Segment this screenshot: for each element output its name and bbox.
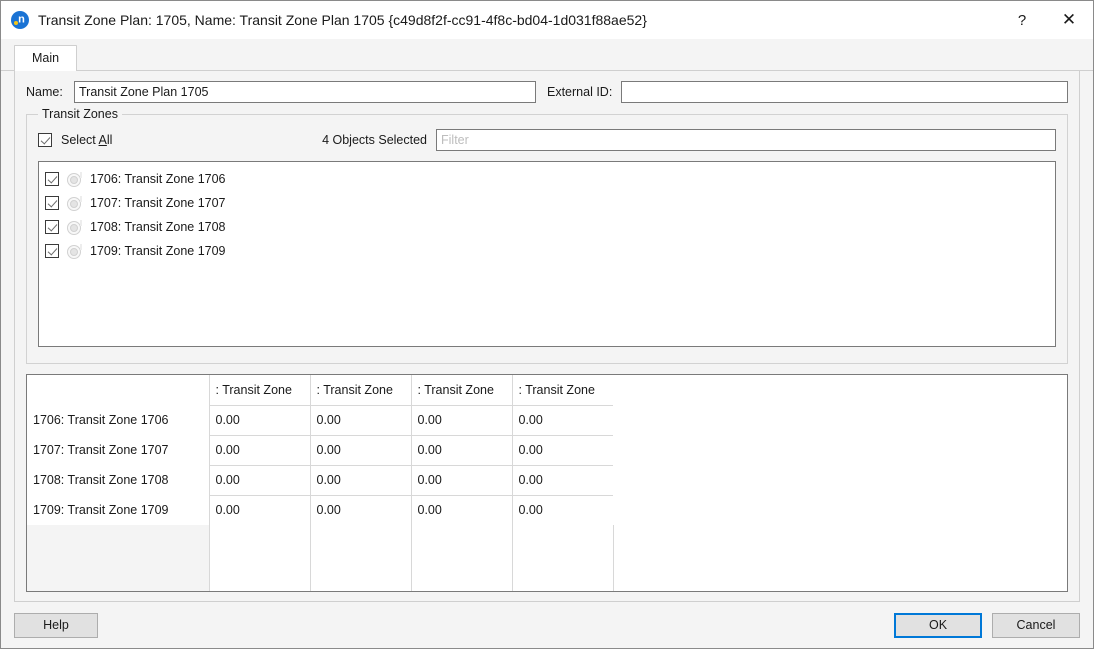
transit-zones-groupbox: Transit Zones Select All 4 Objects Selec… [26, 114, 1068, 364]
matrix-column-header[interactable]: : Transit Zone [512, 375, 613, 405]
window-controls: ? ✕ [999, 1, 1093, 39]
list-item-checkbox[interactable] [45, 244, 59, 258]
cancel-button[interactable]: Cancel [992, 613, 1080, 638]
external-id-label: External ID: [547, 85, 612, 99]
matrix-cell[interactable]: 0.00 [310, 435, 411, 465]
transit-zones-controls-row: Select All 4 Objects Selected [38, 129, 1056, 151]
matrix-cell[interactable]: 0.00 [512, 465, 613, 495]
list-item-label: 1708: Transit Zone 1708 [90, 220, 226, 234]
list-item-checkbox[interactable] [45, 220, 59, 234]
filter-input[interactable] [436, 129, 1056, 151]
select-all-label: Select All [61, 133, 112, 147]
matrix-cell[interactable]: 0.00 [512, 405, 613, 435]
transit-zone-icon [67, 244, 81, 258]
objects-selected-count: 4 Objects Selected [322, 133, 427, 147]
list-item[interactable]: 1707: Transit Zone 1707 [45, 191, 1051, 215]
main-tab-panel: Name: External ID: Transit Zones Select … [14, 71, 1080, 602]
external-id-input[interactable] [621, 81, 1068, 103]
matrix-row: 1707: Transit Zone 1707 0.00 0.00 0.00 0… [27, 435, 613, 465]
matrix-cell[interactable]: 0.00 [310, 465, 411, 495]
matrix-row: 1708: Transit Zone 1708 0.00 0.00 0.00 0… [27, 465, 613, 495]
matrix-cell[interactable]: 0.00 [209, 465, 310, 495]
matrix-header-row: : Transit Zone : Transit Zone : Transit … [27, 375, 613, 405]
select-all-label-suffix: ll [107, 133, 113, 147]
matrix-column-header[interactable]: : Transit Zone [209, 375, 310, 405]
list-item-label: 1706: Transit Zone 1706 [90, 172, 226, 186]
window-title: Transit Zone Plan: 1705, Name: Transit Z… [38, 12, 647, 28]
matrix-cell[interactable]: 0.00 [310, 495, 411, 525]
transit-zone-icon [67, 196, 81, 210]
list-item-label: 1707: Transit Zone 1707 [90, 196, 226, 210]
list-item[interactable]: 1709: Transit Zone 1709 [45, 239, 1051, 263]
matrix-row: 1706: Transit Zone 1706 0.00 0.00 0.00 0… [27, 405, 613, 435]
matrix-cell[interactable]: 0.00 [411, 405, 512, 435]
tab-main[interactable]: Main [14, 45, 77, 71]
matrix-cell[interactable]: 0.00 [209, 435, 310, 465]
matrix-col-separator [613, 525, 614, 591]
list-item[interactable]: 1706: Transit Zone 1706 [45, 167, 1051, 191]
matrix-cell[interactable]: 0.00 [411, 465, 512, 495]
matrix-cell[interactable]: 0.00 [512, 435, 613, 465]
name-label: Name: [26, 85, 74, 99]
matrix-cell[interactable]: 0.00 [411, 495, 512, 525]
list-item-label: 1709: Transit Zone 1709 [90, 244, 226, 258]
tab-strip: Main [1, 45, 1093, 71]
matrix-row-header: 1708: Transit Zone 1708 [27, 465, 209, 495]
matrix-column-header[interactable]: : Transit Zone [411, 375, 512, 405]
matrix-cell[interactable]: 0.00 [310, 405, 411, 435]
transit-zone-matrix-panel[interactable]: : Transit Zone : Transit Zone : Transit … [26, 374, 1068, 592]
matrix-cell[interactable]: 0.00 [411, 435, 512, 465]
matrix-corner-cell [27, 375, 209, 405]
matrix-col-separator [411, 525, 412, 591]
transit-zone-icon [67, 172, 81, 186]
select-all-checkbox[interactable] [38, 133, 52, 147]
app-icon-dot [14, 21, 18, 25]
transit-zone-icon [67, 220, 81, 234]
matrix-row-header: 1706: Transit Zone 1706 [27, 405, 209, 435]
transit-zones-group-title: Transit Zones [38, 107, 122, 121]
list-item[interactable]: 1708: Transit Zone 1708 [45, 215, 1051, 239]
app-n-icon: n [11, 11, 29, 29]
dialog-footer: Help OK Cancel [1, 602, 1093, 648]
list-item-checkbox[interactable] [45, 172, 59, 186]
list-item-checkbox[interactable] [45, 196, 59, 210]
name-row: Name: External ID: [26, 81, 1068, 103]
matrix-col-separator [512, 525, 513, 591]
matrix-col-separator [310, 525, 311, 591]
ok-button[interactable]: OK [894, 613, 982, 638]
titlebar-help-icon[interactable]: ? [999, 1, 1045, 39]
select-all-label-mnemonic: A [99, 133, 107, 147]
matrix-cell[interactable]: 0.00 [209, 495, 310, 525]
transit-zone-plan-dialog: n Transit Zone Plan: 1705, Name: Transit… [0, 0, 1094, 649]
select-all-label-prefix: Select [61, 133, 99, 147]
matrix-row-header: 1709: Transit Zone 1709 [27, 495, 209, 525]
matrix-rowhead-filler [27, 525, 210, 591]
help-button[interactable]: Help [14, 613, 98, 638]
transit-zones-listbox[interactable]: 1706: Transit Zone 1706 1707: Transit Zo… [38, 161, 1056, 347]
close-icon[interactable]: ✕ [1045, 1, 1093, 39]
matrix-cell[interactable]: 0.00 [209, 405, 310, 435]
matrix-row: 1709: Transit Zone 1709 0.00 0.00 0.00 0… [27, 495, 613, 525]
name-input[interactable] [74, 81, 536, 103]
matrix-cell[interactable]: 0.00 [512, 495, 613, 525]
matrix-column-header[interactable]: : Transit Zone [310, 375, 411, 405]
matrix-row-header: 1707: Transit Zone 1707 [27, 435, 209, 465]
title-bar: n Transit Zone Plan: 1705, Name: Transit… [1, 1, 1093, 39]
transit-zone-matrix: : Transit Zone : Transit Zone : Transit … [27, 375, 613, 525]
